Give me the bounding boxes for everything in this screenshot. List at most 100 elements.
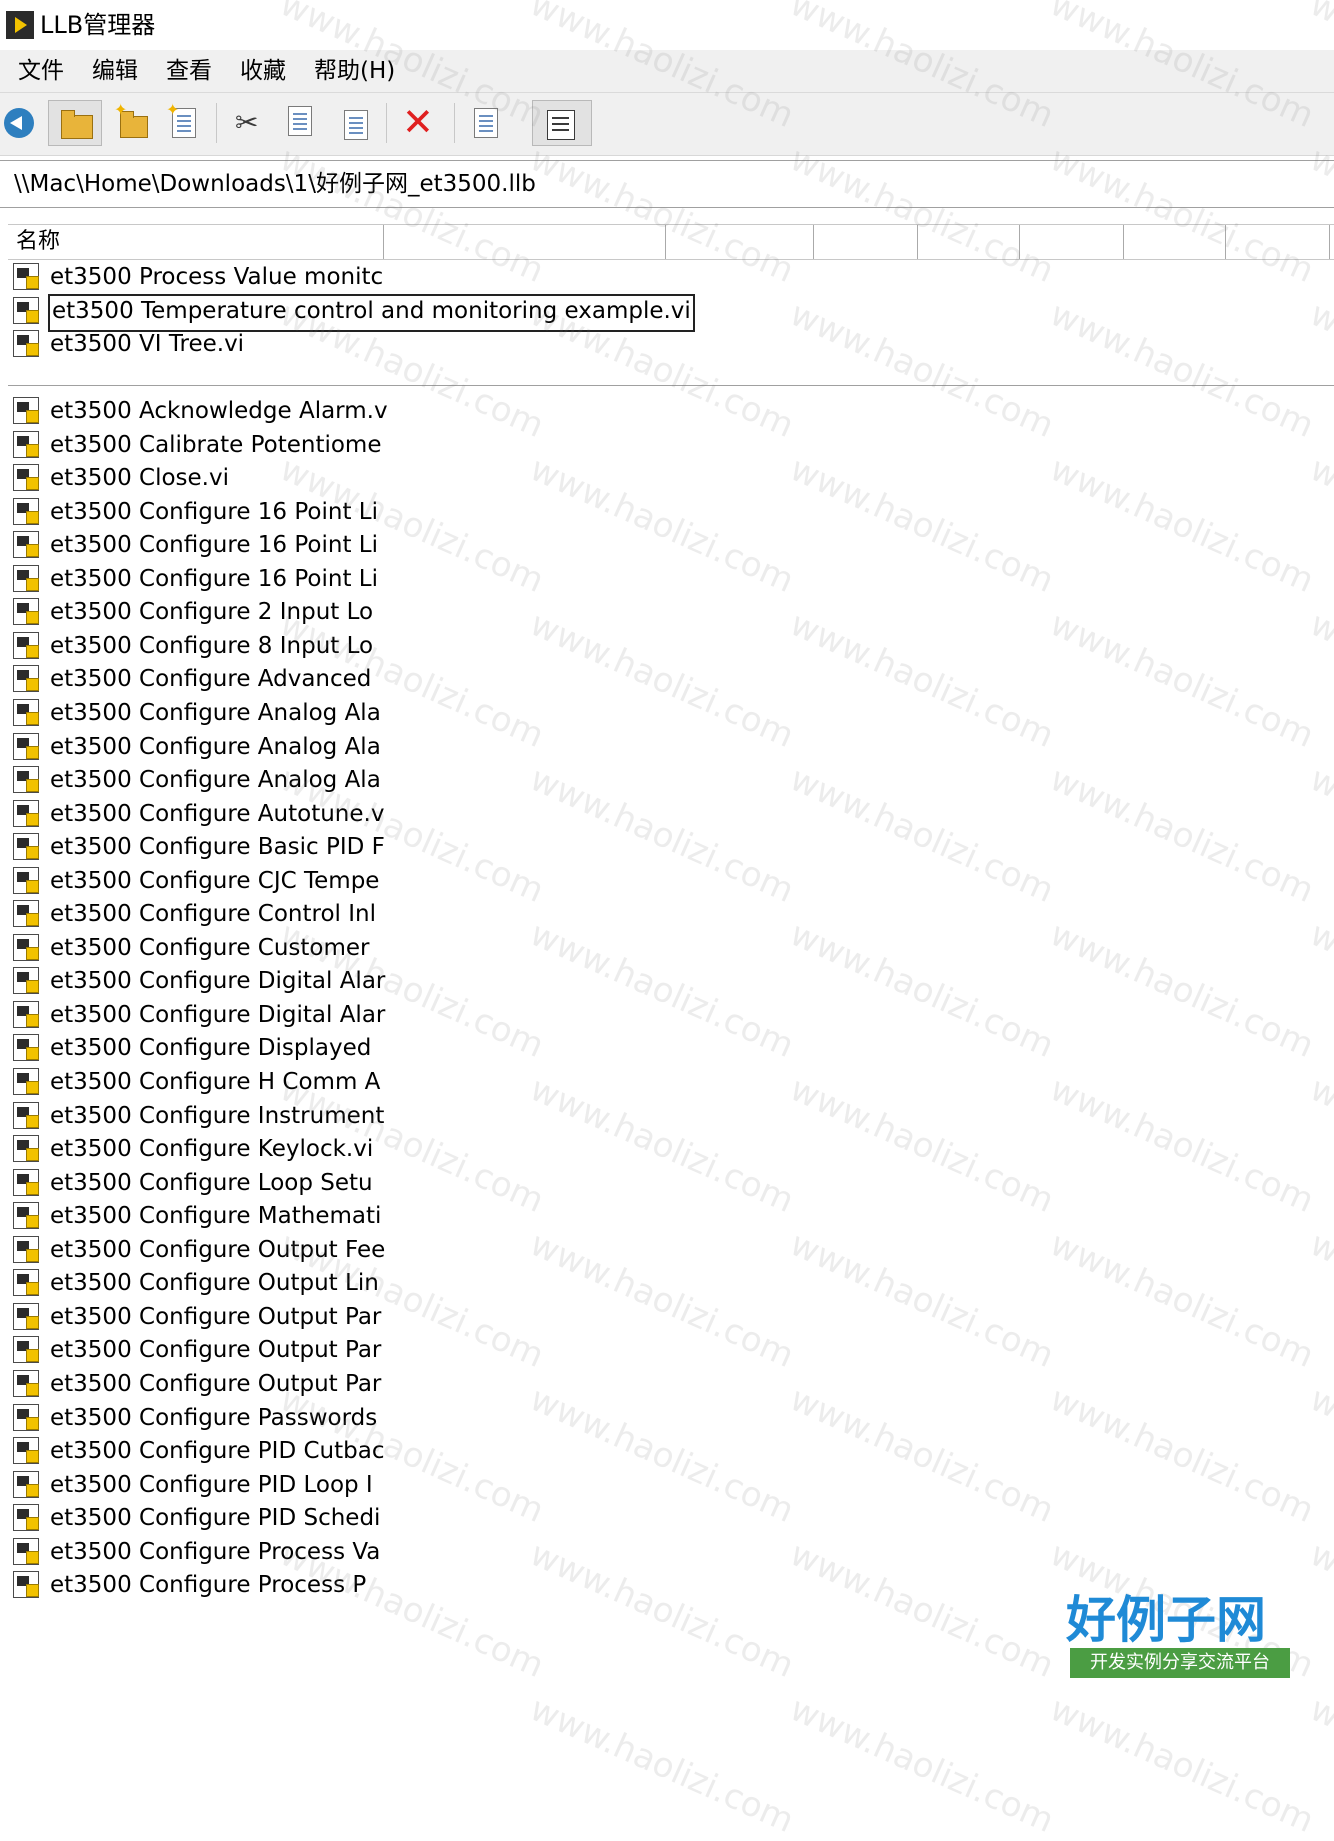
list-item-label: et3500 Configure Analog Ala (50, 733, 381, 760)
list-item[interactable]: et3500 Configure Output Fee (8, 1233, 1334, 1267)
path-text: \\Mac\Home\Downloads\1\好例子网_et3500.llb (14, 171, 536, 197)
list-item[interactable]: et3500 Configure H Comm A (8, 1065, 1334, 1099)
vi-file-icon (13, 330, 39, 358)
site-logo-tagline: 开发实例分享交流平台 (1070, 1648, 1290, 1678)
list-item[interactable]: et3500 Configure PID Cutbac (8, 1434, 1334, 1468)
menu-favorites[interactable]: 收藏 (236, 56, 290, 86)
vi-file-icon (13, 766, 39, 794)
list-item[interactable]: et3500 Configure Customer (8, 931, 1334, 965)
column-header-name[interactable]: 名称 (8, 225, 384, 259)
vi-file-icon (13, 900, 39, 928)
list-item-label: et3500 Configure 16 Point Li (50, 532, 378, 559)
column-header[interactable] (1020, 225, 1124, 259)
list-item[interactable]: et3500 VI Tree.vi (8, 327, 1334, 361)
column-header[interactable] (814, 225, 918, 259)
open-button[interactable] (48, 100, 102, 146)
vi-file-icon (13, 1168, 39, 1196)
vi-file-icon (13, 1470, 39, 1498)
column-header[interactable] (384, 225, 666, 259)
paste-button[interactable] (328, 100, 382, 146)
vi-file-icon (13, 1537, 39, 1565)
vi-file-icon (13, 1269, 39, 1297)
list-item[interactable]: et3500 Configure PID Schedi (8, 1501, 1334, 1535)
list-item[interactable]: et3500 Acknowledge Alarm.v (8, 394, 1334, 428)
list-item[interactable]: et3500 Configure CJC Tempe (8, 864, 1334, 898)
list-view-button[interactable] (532, 100, 592, 146)
list-item-label: et3500 Configure PID Cutbac (50, 1438, 385, 1465)
list-item[interactable]: et3500 Configure Basic PID F (8, 830, 1334, 864)
new-folder-button[interactable]: ✦ (106, 100, 160, 146)
new-star-icon: ✦ (114, 100, 128, 119)
list-item-label: et3500 Configure Output Par (50, 1303, 382, 1330)
list-item[interactable]: et3500 Configure Displayed (8, 1031, 1334, 1065)
back-button[interactable] (0, 100, 40, 146)
list-item[interactable]: et3500 Configure 16 Point Li (8, 495, 1334, 529)
vi-file-icon (13, 1403, 39, 1431)
list-item[interactable]: et3500 Close.vi (8, 461, 1334, 495)
move-button[interactable] (460, 100, 514, 146)
list-item[interactable]: et3500 Configure Output Lin (8, 1266, 1334, 1300)
list-item-label: et3500 Configure H Comm A (50, 1069, 381, 1095)
paste-icon (344, 110, 368, 140)
list-item-label: et3500 Calibrate Potentiome (50, 431, 382, 458)
list-item[interactable]: et3500 Configure Passwords (8, 1401, 1334, 1435)
list-item-label: et3500 Configure Digital Alar (50, 968, 386, 995)
new-star-icon: ✦ (166, 100, 180, 119)
list-item[interactable]: et3500 Configure Digital Alar (8, 964, 1334, 998)
column-header[interactable] (1124, 225, 1226, 259)
vi-file-icon (13, 967, 39, 995)
list-item[interactable]: et3500 Configure Instrument (8, 1099, 1334, 1133)
list-item[interactable]: et3500 Configure Control Inl (8, 897, 1334, 931)
list-item[interactable]: et3500 Configure Mathemati (8, 1199, 1334, 1233)
list-item[interactable]: et3500 Process Value monitc (8, 260, 1334, 294)
menu-edit[interactable]: 编辑 (88, 56, 142, 86)
list-item[interactable]: et3500 Configure Advanced (8, 662, 1334, 696)
list-item[interactable]: et3500 Configure Loop Setu (8, 1166, 1334, 1200)
list-item[interactable]: et3500 Configure Keylock.vi (8, 1132, 1334, 1166)
list-item-label: et3500 Temperature control and monitorin… (48, 293, 695, 332)
list-item[interactable]: et3500 Configure 2 Input Lo (8, 595, 1334, 629)
list-item[interactable]: et3500 Configure Autotune.v (8, 797, 1334, 831)
menu-view[interactable]: 查看 (162, 56, 216, 86)
list-item[interactable]: et3500 Configure Process Va (8, 1535, 1334, 1569)
list-item[interactable]: et3500 Temperature control and monitorin… (8, 293, 1334, 332)
cut-button[interactable]: ✂ (220, 100, 274, 146)
vi-file-icon (13, 464, 39, 492)
list-item[interactable]: et3500 Configure PID Loop I (8, 1468, 1334, 1502)
list-item-label: et3500 Process Value monitc (50, 264, 384, 290)
list-item[interactable]: et3500 Configure Analog Ala (8, 730, 1334, 764)
list-item[interactable]: et3500 Configure 8 Input Lo (8, 629, 1334, 663)
toolbar-separator (386, 103, 387, 143)
column-header[interactable] (1226, 225, 1330, 259)
vi-file-icon (13, 1504, 39, 1532)
column-header[interactable] (666, 225, 814, 259)
list-item[interactable]: et3500 Configure Digital Alar (8, 998, 1334, 1032)
menu-file[interactable]: 文件 (14, 56, 68, 86)
list-item[interactable]: et3500 Calibrate Potentiome (8, 428, 1334, 462)
vi-file-icon (13, 933, 39, 961)
vi-file-icon (13, 698, 39, 726)
path-bar[interactable]: \\Mac\Home\Downloads\1\好例子网_et3500.llb (0, 160, 1334, 208)
list-item[interactable]: et3500 Configure Analog Ala (8, 696, 1334, 730)
delete-button[interactable]: ✕ (390, 100, 444, 146)
list-item-label: et3500 Configure PID Schedi (50, 1505, 381, 1532)
list-item-label: et3500 Configure Basic PID F (50, 834, 385, 861)
column-header[interactable] (918, 225, 1020, 259)
list-item[interactable]: et3500 Configure 16 Point Li (8, 528, 1334, 562)
new-vi-button[interactable]: ✦ (158, 100, 212, 146)
list-item[interactable]: et3500 Configure Output Par (8, 1300, 1334, 1334)
vi-file-icon (13, 1437, 39, 1465)
list-item[interactable]: et3500 Configure Analog Ala (8, 763, 1334, 797)
list-item-label: et3500 VI Tree.vi (50, 331, 245, 358)
list-item[interactable]: et3500 Configure Output Par (8, 1367, 1334, 1401)
list-item-label: et3500 Acknowledge Alarm.v (50, 398, 388, 424)
list-item-label: et3500 Configure 2 Input Lo (50, 599, 374, 626)
list-item[interactable]: et3500 Configure 16 Point Li (8, 562, 1334, 596)
menu-help[interactable]: 帮助(H) (310, 56, 399, 86)
list-item-label: et3500 Configure Displayed (50, 1035, 372, 1062)
copy-button[interactable] (276, 100, 330, 146)
list-item-label: et3500 Configure Output Lin (50, 1270, 379, 1297)
vi-file-icon (13, 1068, 39, 1095)
vi-file-icon (13, 296, 39, 324)
list-item[interactable]: et3500 Configure Output Par (8, 1333, 1334, 1367)
